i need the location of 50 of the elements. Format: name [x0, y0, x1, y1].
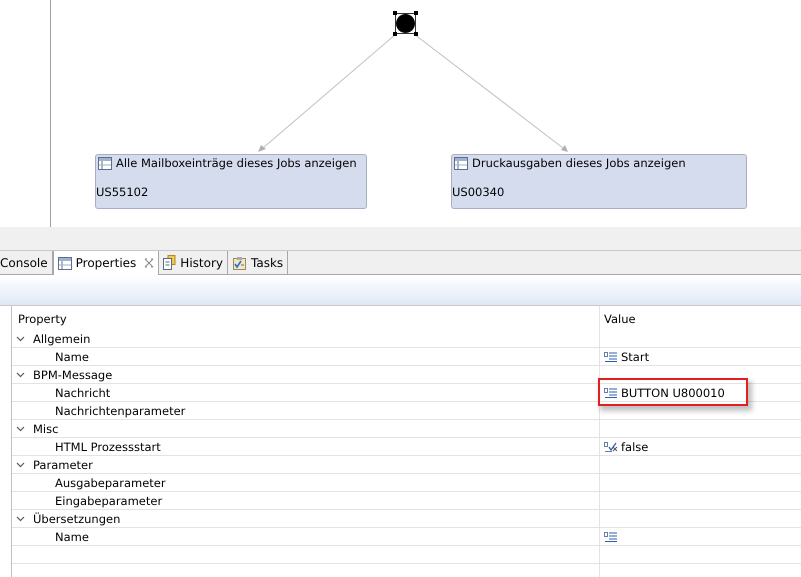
group-label: Parameter	[33, 458, 93, 472]
property-value[interactable]: BUTTON U800010	[604, 386, 725, 400]
chevron-down-icon[interactable]	[16, 424, 25, 433]
property-name: Ausgabeparameter	[54, 474, 167, 491]
property-name: Eingabeparameter	[54, 492, 164, 509]
group-label: Übersetzungen	[33, 512, 120, 526]
column-header: Property	[17, 311, 68, 328]
property-row[interactable]: Eingabeparameter	[12, 492, 801, 510]
task-node[interactable]: Druckausgaben dieses Jobs anzeigen US00340	[451, 154, 747, 209]
property-value[interactable]: false	[604, 440, 648, 454]
property-name: HTML Prozessstart	[54, 438, 162, 455]
chevron-down-icon[interactable]	[16, 334, 25, 343]
node-title: Druckausgaben dieses Jobs anzeigen	[472, 156, 686, 170]
property-row[interactable]: Name Start	[12, 348, 801, 366]
property-row[interactable]: Nachrichtenparameter	[12, 402, 801, 420]
property-row[interactable]: Nachricht BUTTON U800010	[12, 384, 801, 402]
property-name: Name	[54, 528, 90, 545]
property-name: Nachrichtenparameter	[54, 402, 186, 419]
property-name: Name	[54, 348, 90, 365]
group-label: Misc	[33, 422, 58, 436]
property-row[interactable]: HTML Prozessstart false	[12, 438, 801, 456]
table-icon	[98, 156, 112, 170]
property-row[interactable]: Ausgabeparameter	[12, 474, 801, 492]
table-icon	[58, 256, 72, 270]
column-header: Value	[599, 306, 801, 330]
text-property-icon	[604, 532, 618, 542]
chevron-down-icon[interactable]	[16, 460, 25, 469]
group-label: BPM-Message	[33, 368, 112, 382]
chevron-down-icon[interactable]	[16, 370, 25, 379]
node-id: US00340	[452, 185, 504, 199]
clipboard-icon	[232, 256, 247, 270]
view-tab[interactable]: History	[159, 251, 228, 274]
boolean-property-icon	[604, 442, 618, 452]
text-property-icon	[604, 352, 618, 362]
property-name: Nachricht	[54, 384, 112, 401]
group-label: Allgemein	[33, 332, 90, 346]
start-node[interactable]	[393, 11, 418, 36]
table-icon	[454, 156, 468, 170]
close-icon[interactable]	[144, 258, 154, 268]
view-tab[interactable]: Properties	[52, 251, 160, 275]
text-property-icon	[604, 388, 618, 398]
property-row[interactable]: Name	[12, 528, 801, 546]
document-icon	[163, 255, 176, 270]
chevron-down-icon[interactable]	[16, 514, 25, 523]
view-tab[interactable]: Tasks	[228, 251, 288, 274]
node-id: US55102	[96, 185, 148, 199]
task-node[interactable]: Alle Mailboxeinträge dieses Jobs anzeigen US55102	[95, 154, 367, 209]
property-value[interactable]	[604, 532, 618, 542]
node-title: Alle Mailboxeinträge dieses Jobs anzeigen	[116, 156, 357, 170]
property-value[interactable]: Start	[604, 350, 650, 364]
